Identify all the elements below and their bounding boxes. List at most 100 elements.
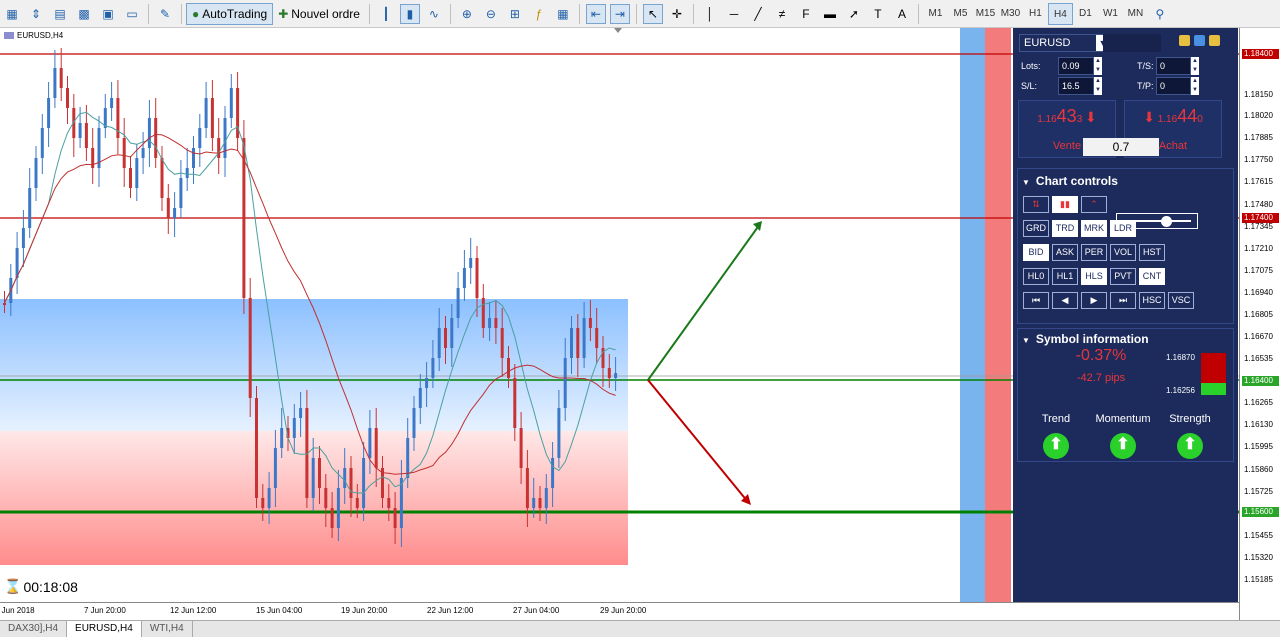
control-row4-btn-3[interactable]: PVT xyxy=(1110,268,1136,285)
chart-tab[interactable]: DAX30],H4 xyxy=(0,621,68,637)
strategy-tester-icon[interactable]: ✎ xyxy=(155,4,175,24)
horizontal-line-icon[interactable]: ─ xyxy=(724,4,744,24)
candle-body xyxy=(166,198,170,218)
control-row4-btn-4[interactable]: CNT xyxy=(1139,268,1165,285)
control-row2-btn-0[interactable]: GRD xyxy=(1023,220,1049,237)
chart-symbol-label: EURUSD,H4 xyxy=(4,31,63,40)
timeframe-m30[interactable]: M30 xyxy=(998,3,1023,25)
control-row5-btn-2[interactable]: ▶ xyxy=(1081,292,1107,309)
candle-body xyxy=(53,68,57,98)
crosshair-icon[interactable]: ✛ xyxy=(667,4,687,24)
rectangle-icon[interactable]: ▬ xyxy=(820,4,840,24)
equidistant-channel-icon[interactable]: ≠ xyxy=(772,4,792,24)
slider-knob[interactable] xyxy=(1161,216,1172,227)
templates-icon[interactable]: ▦ xyxy=(553,4,573,24)
candle-body xyxy=(582,318,586,358)
autotrading-button[interactable]: ● AutoTrading xyxy=(186,2,274,25)
cursor-icon[interactable]: ↖ xyxy=(642,3,663,24)
candle-body xyxy=(488,318,492,328)
control-row5-btn-0[interactable]: ⏮ xyxy=(1023,292,1049,309)
control-row4-btn-1[interactable]: HL1 xyxy=(1052,268,1078,285)
chart-controls-section: ▼ Chart controls ⇅ ▮▮ ⌃ GRD TRD MRK LDR BID A… xyxy=(1017,168,1234,324)
chart-tab[interactable]: EURUSD,H4 xyxy=(67,621,142,637)
market-watch-icon[interactable]: ▩ xyxy=(74,4,94,24)
price-label: 1.17210 xyxy=(1244,243,1273,253)
control-row3-btn-0[interactable]: BID xyxy=(1023,244,1049,261)
symbol-select[interactable]: EURUSD ▼ xyxy=(1019,34,1111,52)
price-scale[interactable]: 1.18400 1.18150 1.18020 1.17885 1.17750 1.176… xyxy=(1239,28,1280,620)
lots-field[interactable]: 0.09 xyxy=(1058,57,1094,75)
zoom-in-icon[interactable]: ⊕ xyxy=(457,4,477,24)
timeframe-w1[interactable]: W1 xyxy=(1098,3,1123,25)
tp-spinner[interactable]: ▲ ▼ xyxy=(1191,77,1199,95)
control-row5-btn-1[interactable]: ◀ xyxy=(1052,292,1078,309)
control-row3-btn-2[interactable]: PER xyxy=(1081,244,1107,261)
text-label-icon[interactable]: A xyxy=(892,4,912,24)
control-row5-btn-4[interactable]: HSC xyxy=(1139,292,1165,309)
tp-field[interactable]: 0 xyxy=(1156,77,1191,95)
chart-controls-header[interactable]: ▼ Chart controls xyxy=(1018,171,1235,191)
chart-type-bars-button[interactable]: ⇅ xyxy=(1023,196,1049,213)
control-row2-btn-3[interactable]: LDR xyxy=(1110,220,1136,237)
control-row4-btn-0[interactable]: HL0 xyxy=(1023,268,1049,285)
line-chart-icon[interactable]: ∿ xyxy=(424,4,444,24)
control-row2-btn-2[interactable]: MRK xyxy=(1081,220,1107,237)
control-row3-btn-4[interactable]: HST xyxy=(1139,244,1165,261)
candle-body xyxy=(374,428,378,468)
settings-icon[interactable] xyxy=(1194,35,1205,46)
candle-body xyxy=(425,378,429,388)
auto-scroll-icon[interactable]: ⇤ xyxy=(585,3,606,24)
text-icon[interactable]: T xyxy=(868,4,888,24)
chart-shift-icon[interactable]: ⇥ xyxy=(609,3,630,24)
bar-chart-icon[interactable]: ┃ xyxy=(376,4,396,24)
chart-type-line-button[interactable]: ⌃ xyxy=(1081,196,1107,213)
trendline-icon[interactable]: ╱ xyxy=(748,4,768,24)
candle-body xyxy=(110,98,114,108)
grid-icon[interactable] xyxy=(1209,35,1220,46)
time-scale[interactable]: 5 Jun 2018 7 Jun 20:00 12 Jun 12:00 15 Jun … xyxy=(0,602,1239,621)
chart-type-candles-button[interactable]: ▮▮ xyxy=(1052,196,1078,213)
trade-panel: EURUSD ▼ Lots: 0.09 ▲▼ T/S: 0 ▲▼ S/L: 16… xyxy=(1013,28,1238,602)
fibonacci-icon[interactable]: F xyxy=(796,4,816,24)
indicators-icon[interactable]: ƒ xyxy=(529,4,549,24)
chart-tab[interactable]: WTI,H4 xyxy=(142,621,193,637)
timeframe-m15[interactable]: M15 xyxy=(973,3,998,25)
symbol-info-header[interactable]: ▼ Symbol information xyxy=(1018,329,1235,349)
timeframe-mn[interactable]: MN xyxy=(1123,3,1148,25)
timeframe-h1[interactable]: H1 xyxy=(1023,3,1048,25)
sl-field[interactable]: 16.5 xyxy=(1058,77,1094,95)
tile-windows-icon[interactable]: ⊞ xyxy=(505,4,525,24)
navigator-icon[interactable]: ▤ xyxy=(50,4,70,24)
control-row2-btn-1[interactable]: TRD xyxy=(1052,220,1078,237)
search-icon[interactable]: ⚲ xyxy=(1150,4,1170,24)
profiles-icon[interactable]: ⇕ xyxy=(26,4,46,24)
arrow-icon[interactable]: ➚ xyxy=(844,4,864,24)
control-row3-btn-3[interactable]: VOL xyxy=(1110,244,1136,261)
control-row5-btn-5[interactable]: VSC xyxy=(1168,292,1194,309)
new-order-button[interactable]: ✚ Nouvel ordre xyxy=(273,3,365,25)
control-row4-btn-2[interactable]: HLS xyxy=(1081,268,1107,285)
copy-icon[interactable] xyxy=(1179,35,1190,46)
high-bar xyxy=(1201,353,1226,383)
lots-spinner[interactable]: ▲ ▼ xyxy=(1094,57,1102,75)
new-chart-icon[interactable]: ▦ xyxy=(2,4,22,24)
candlestick-icon[interactable]: ▮ xyxy=(399,3,420,24)
control-row5-btn-3[interactable]: ⏭ xyxy=(1110,292,1136,309)
vertical-line-icon[interactable]: │ xyxy=(700,4,720,24)
price-label: 1.16670 xyxy=(1244,332,1273,342)
control-row3-btn-1[interactable]: ASK xyxy=(1052,244,1078,261)
ts-spinner[interactable]: ▲ ▼ xyxy=(1191,57,1199,75)
ts-field[interactable]: 0 xyxy=(1156,57,1191,75)
sl-spinner[interactable]: ▲ ▼ xyxy=(1094,77,1102,95)
terminal-icon[interactable]: ▭ xyxy=(122,4,142,24)
zoom-out-icon[interactable]: ⊖ xyxy=(481,4,501,24)
timeframe-h4[interactable]: H4 xyxy=(1047,2,1073,25)
timeframe-m1[interactable]: M1 xyxy=(923,3,948,25)
lots-label: Lots: xyxy=(1021,61,1041,71)
timeframe-d1[interactable]: D1 xyxy=(1073,3,1098,25)
timeframe-m5[interactable]: M5 xyxy=(948,3,973,25)
projection-down-arrow xyxy=(647,379,749,503)
candle-body xyxy=(261,498,265,508)
time-label: 19 Jun 20:00 xyxy=(341,606,388,615)
data-window-icon[interactable]: ▣ xyxy=(98,4,118,24)
